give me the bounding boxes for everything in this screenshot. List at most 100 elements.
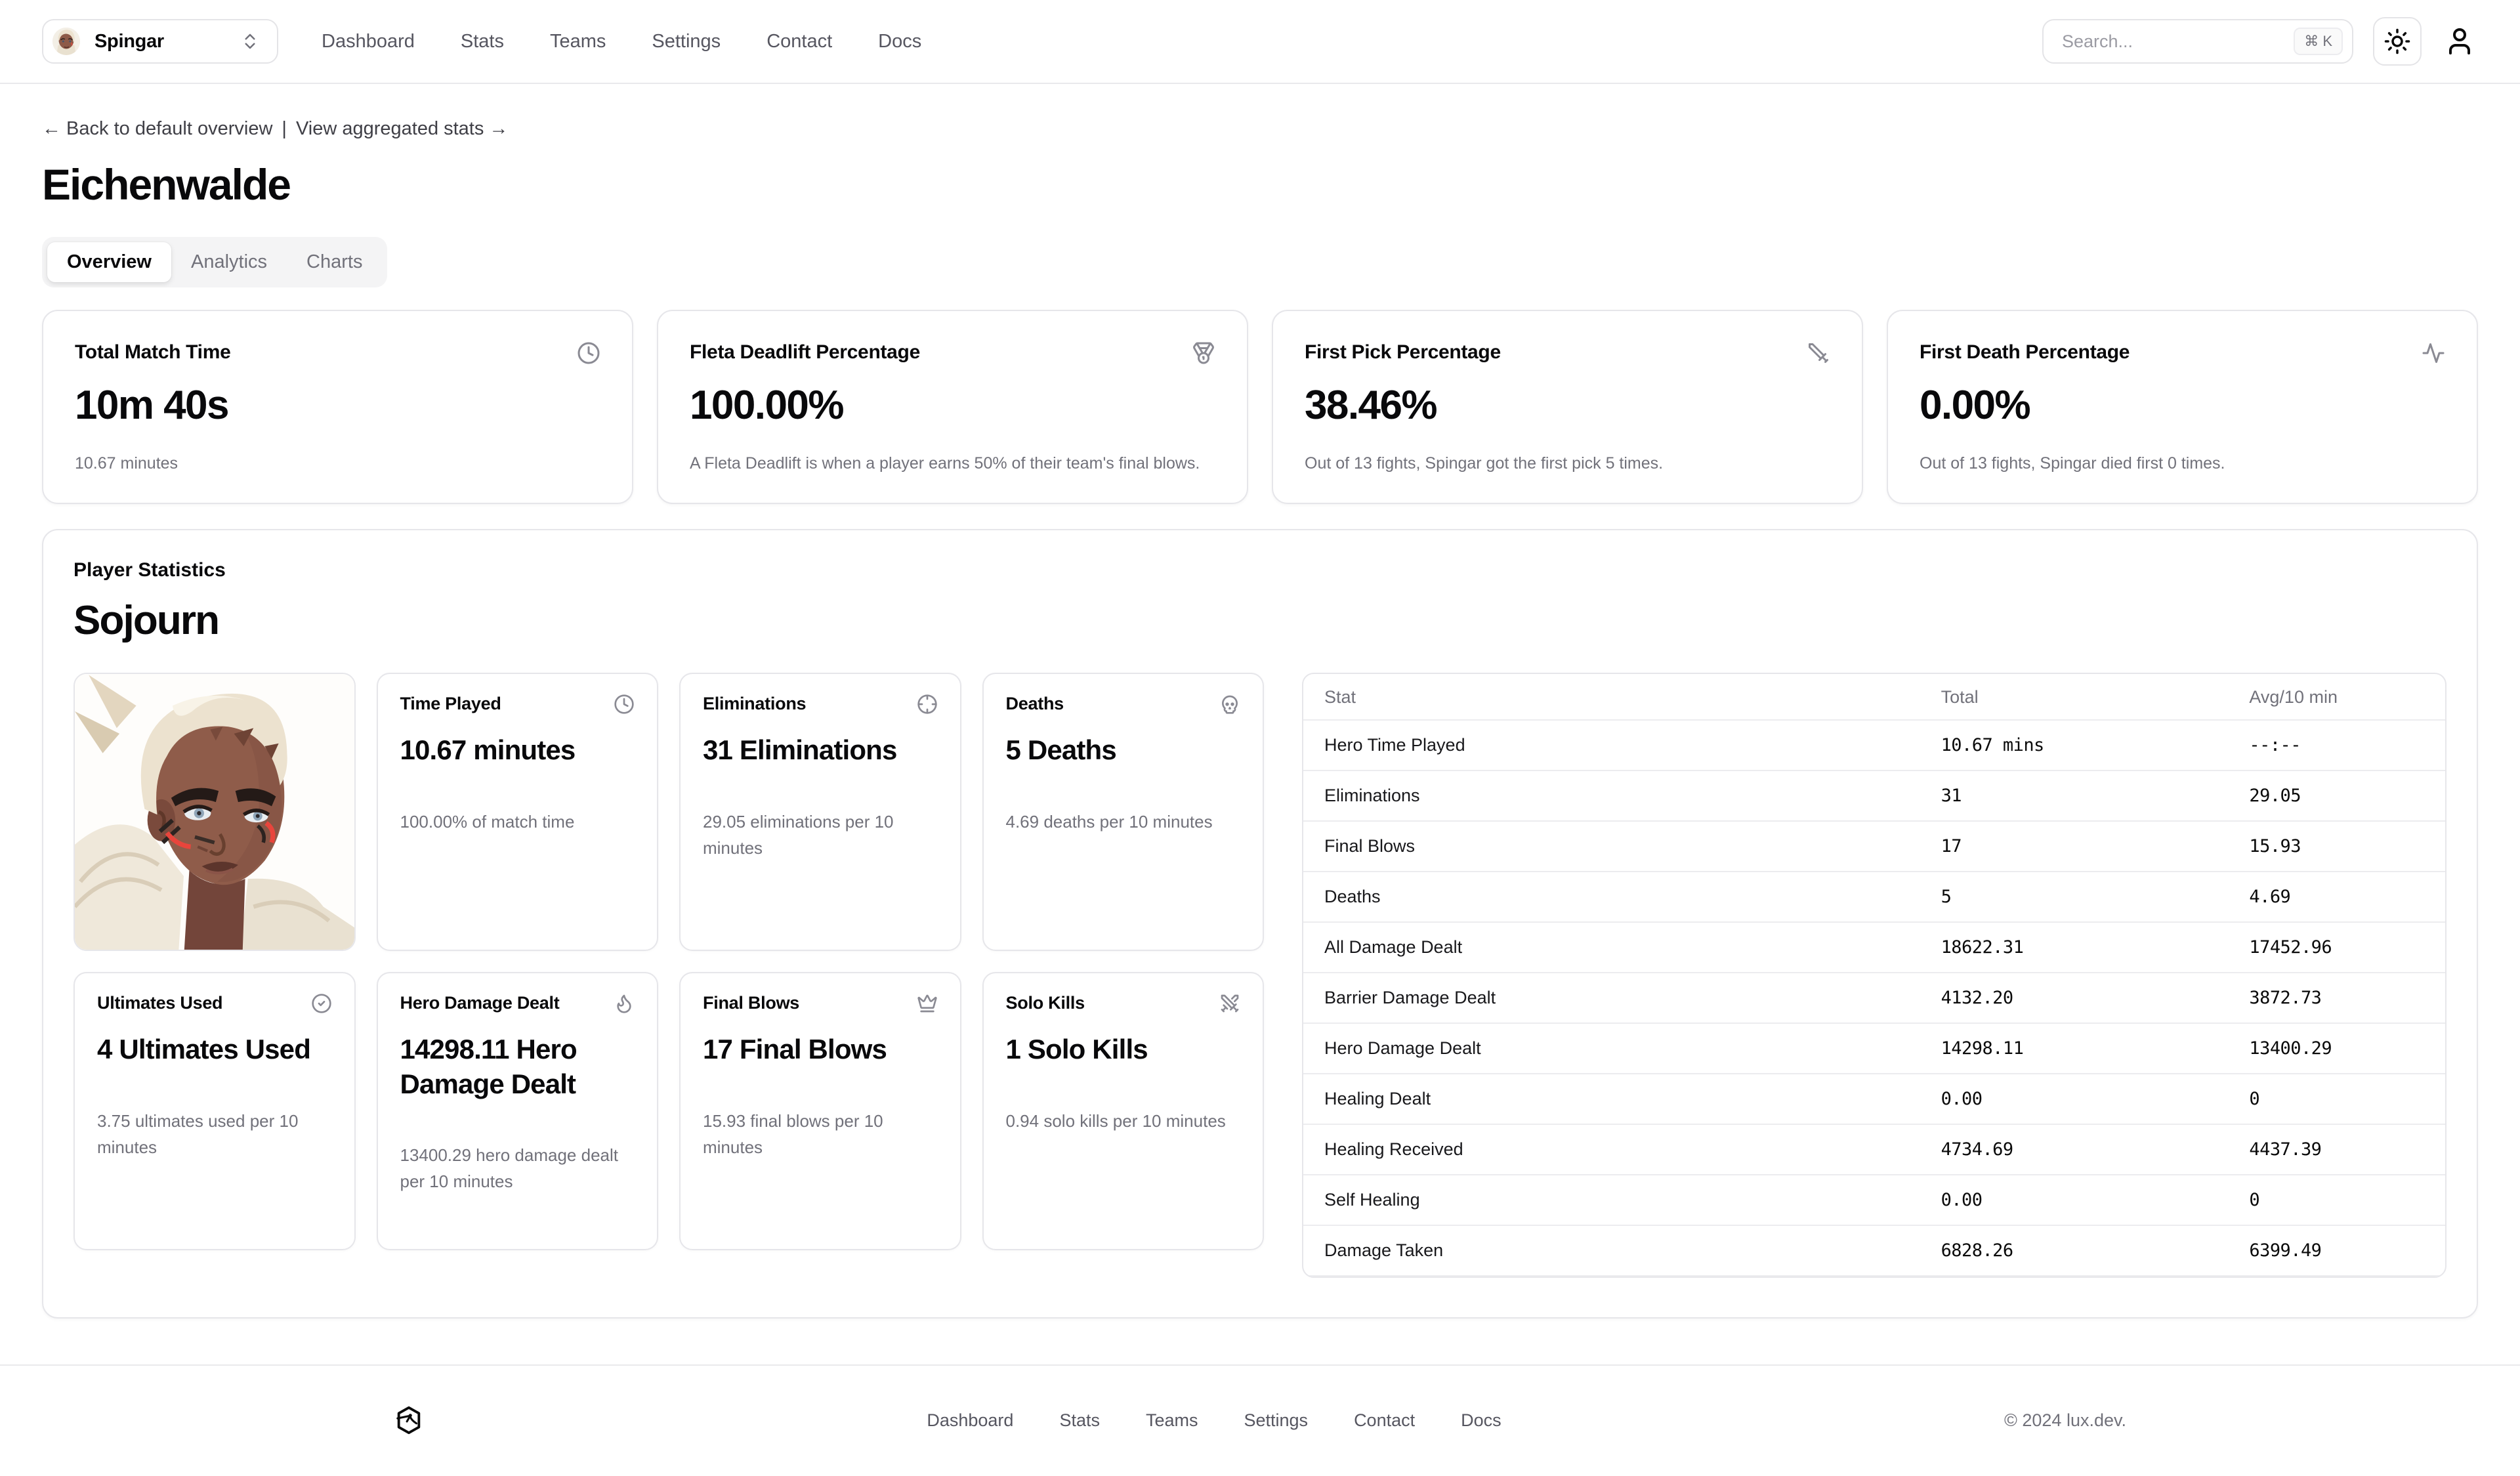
table-row: Final Blows1715.93 [1303, 821, 2445, 872]
back-to-overview-link[interactable]: ← Back to default overview [42, 118, 272, 140]
footer-nav-stats[interactable]: Stats [1059, 1410, 1100, 1431]
card-title: Ultimates Used [97, 993, 222, 1013]
card-value: 100.00% [690, 382, 1215, 429]
copyright: © 2024 lux.dev. [2004, 1410, 2126, 1431]
stat-avg: 0 [2228, 1276, 2445, 1278]
main-nav: Dashboard Stats Teams Settings Contact D… [322, 31, 921, 53]
breadcrumb: ← Back to default overview | View aggreg… [42, 118, 2478, 140]
flame-icon [614, 993, 635, 1014]
sojourn-avatar [52, 28, 80, 55]
card-description: 0.94 solo kills per 10 minutes [1006, 1108, 1241, 1134]
stat-total: 14298.11 [1920, 1023, 2229, 1074]
tab-overview[interactable]: Overview [47, 242, 171, 282]
stat-label: Healing Received [1303, 1124, 1920, 1175]
card-value: 1 Solo Kills [1006, 1032, 1241, 1067]
solo-kills-card: Solo Kills 1 Solo Kills 0.94 solo kills … [982, 972, 1265, 1250]
stat-label: Barrier Damage Dealt [1303, 973, 1920, 1023]
col-header-avg: Avg/10 min [2228, 674, 2445, 720]
stat-label: Final Blows [1303, 821, 1920, 872]
stat-avg: 0 [2228, 1175, 2445, 1225]
table-row: Barrier Damage Dealt4132.203872.73 [1303, 973, 2445, 1023]
card-description: 15.93 final blows per 10 minutes [703, 1108, 938, 1161]
footer-nav-docs[interactable]: Docs [1461, 1410, 1502, 1431]
topbar: Spingar Dashboard Stats Teams Settings C… [0, 0, 2520, 84]
stat-label: Self Healing [1303, 1175, 1920, 1225]
stat-total: 5 [1920, 872, 2229, 922]
crown-icon [917, 993, 938, 1014]
stat-total: 31 [1920, 770, 2229, 821]
eliminations-card: Eliminations 31 Eliminations 29.05 elimi… [679, 673, 961, 951]
nav-item-settings[interactable]: Settings [652, 31, 721, 53]
col-header-total: Total [1920, 674, 2229, 720]
card-description: 3.75 ultimates used per 10 minutes [97, 1108, 332, 1161]
card-description: 29.05 eliminations per 10 minutes [703, 809, 938, 862]
card-title: Hero Damage Dealt [400, 993, 560, 1013]
tab-analytics[interactable]: Analytics [171, 242, 287, 282]
tab-bar: Overview Analytics Charts [42, 237, 387, 287]
time-played-card: Time Played 10.67 minutes 100.00% of mat… [377, 673, 659, 951]
stat-total: 0.00 [1920, 1175, 2229, 1225]
card-title: Deaths [1006, 694, 1064, 714]
total-match-time-card: Total Match Time 10m 40s 10.67 minutes [42, 310, 633, 504]
stat-label: Hero Damage Dealt [1303, 1023, 1920, 1074]
breadcrumb-separator: | [282, 118, 287, 140]
footer-nav-teams[interactable]: Teams [1146, 1410, 1198, 1431]
card-description: 4.69 deaths per 10 minutes [1006, 809, 1241, 835]
card-title: Eliminations [703, 694, 806, 714]
stat-avg: 4437.39 [2228, 1124, 2445, 1175]
stat-total: 4132.20 [1920, 973, 2229, 1023]
hero-portrait-card [74, 673, 356, 951]
sojourn-portrait [75, 674, 354, 950]
card-description: 13400.29 hero damage dealt per 10 minute… [400, 1142, 635, 1195]
player-selector[interactable]: Spingar [42, 19, 278, 64]
user-icon [2444, 26, 2475, 57]
stat-avg: 3872.73 [2228, 973, 2445, 1023]
card-value: 17 Final Blows [703, 1032, 938, 1067]
card-value: 10m 40s [75, 382, 600, 429]
table-row: Hero Time Played10.67 mins--:-- [1303, 720, 2445, 770]
main-content: ← Back to default overview | View aggreg… [0, 118, 2520, 1318]
nav-item-docs[interactable]: Docs [878, 31, 921, 53]
table-row: Damage Blocked0.000 [1303, 1276, 2445, 1278]
table-row: Hero Damage Dealt14298.1113400.29 [1303, 1023, 2445, 1074]
summary-cards: Total Match Time 10m 40s 10.67 minutes F… [42, 310, 2478, 504]
stats-table: Stat Total Avg/10 min Hero Time Played10… [1303, 674, 2445, 1278]
card-description: Out of 13 fights, Spingar got the first … [1305, 453, 1830, 475]
nav-item-dashboard[interactable]: Dashboard [322, 31, 415, 53]
nav-item-contact[interactable]: Contact [766, 31, 832, 53]
card-title: First Pick Percentage [1305, 341, 1501, 364]
card-value: 38.46% [1305, 382, 1830, 429]
search-input[interactable] [2062, 32, 2283, 52]
nav-item-teams[interactable]: Teams [550, 31, 606, 53]
card-title: Final Blows [703, 993, 799, 1013]
user-menu-button[interactable] [2441, 23, 2478, 60]
chevrons-up-down-icon [240, 32, 260, 51]
search-box[interactable]: ⌘ K [2042, 19, 2353, 64]
hero-name: Sojourn [74, 597, 2446, 644]
footer-nav-contact[interactable]: Contact [1354, 1410, 1415, 1431]
stat-total: 0.00 [1920, 1074, 2229, 1124]
sun-icon [2384, 28, 2411, 55]
nav-item-stats[interactable]: Stats [461, 31, 504, 53]
stat-avg: 29.05 [2228, 770, 2445, 821]
table-row: Eliminations3129.05 [1303, 770, 2445, 821]
first-pick-card: First Pick Percentage 38.46% Out of 13 f… [1272, 310, 1863, 504]
stats-table-card: Stat Total Avg/10 min Hero Time Played10… [1302, 673, 2446, 1278]
stat-total: 17 [1920, 821, 2229, 872]
card-value: 4 Ultimates Used [97, 1032, 332, 1067]
stat-label: Damage Blocked [1303, 1276, 1920, 1278]
card-value: 14298.11 Hero Damage Dealt [400, 1032, 635, 1101]
final-blows-card: Final Blows 17 Final Blows 15.93 final b… [679, 972, 961, 1250]
table-header-row: Stat Total Avg/10 min [1303, 674, 2445, 720]
table-row: Healing Received4734.694437.39 [1303, 1124, 2445, 1175]
stat-avg: 15.93 [2228, 821, 2445, 872]
footer-nav-settings[interactable]: Settings [1244, 1410, 1309, 1431]
card-description: Out of 13 fights, Spingar died first 0 t… [1920, 453, 2445, 475]
tab-charts[interactable]: Charts [287, 242, 382, 282]
view-aggregated-stats-link[interactable]: View aggregated stats → [296, 118, 509, 140]
theme-toggle-button[interactable] [2373, 17, 2422, 66]
stat-total: 18622.31 [1920, 922, 2229, 973]
stat-avg: 0 [2228, 1074, 2445, 1124]
footer-nav-dashboard[interactable]: Dashboard [927, 1410, 1013, 1431]
card-title: First Death Percentage [1920, 341, 2130, 364]
